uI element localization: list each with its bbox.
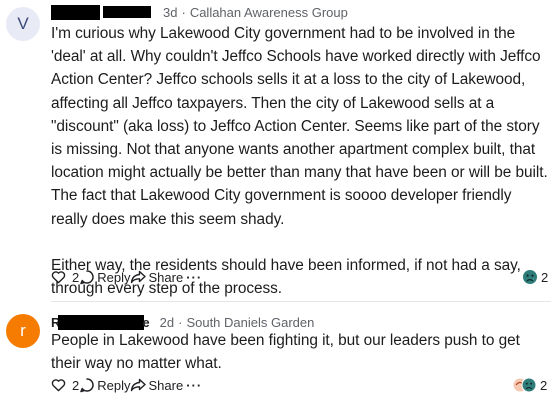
reaction-count: 2 [541, 269, 549, 285]
comment-actions: 2 Reply Share ··· [51, 268, 202, 286]
like-count: 2 [72, 269, 80, 285]
reply-label: Reply [97, 377, 131, 393]
heart-icon [51, 271, 66, 284]
comment-timestamp: 2d [159, 314, 175, 330]
reaction-summary[interactable]: 2 [512, 376, 547, 394]
reply-label: Reply [97, 269, 131, 285]
speech-bubble-icon [80, 378, 94, 393]
divider [51, 301, 551, 302]
neighborhood-group[interactable]: South Daniels Garden [186, 315, 314, 330]
like-count: 2 [72, 377, 80, 393]
comment-timestamp: 3d [163, 4, 178, 20]
avatar[interactable]: V [6, 7, 40, 41]
comment-body: I'm curious why Lakewood City government… [51, 22, 549, 300]
comment-meta: R e 2d · South Daniels Garden [51, 314, 314, 330]
avatar[interactable]: r [6, 314, 40, 348]
comment-body: People in Lakewood have been fighting it… [51, 329, 549, 375]
author-name-visible-suffix: e [142, 314, 150, 330]
comment: V 3d · Callahan Awareness Group I'm curi… [0, 0, 554, 300]
comment: r R e 2d · South Daniels Garden People i… [0, 306, 554, 400]
share-arrow-icon [131, 378, 147, 392]
more-options-button[interactable]: ··· [186, 270, 202, 285]
share-label: Share [148, 269, 184, 285]
comment-meta: 3d · Callahan Awareness Group [51, 4, 348, 20]
share-label: Share [148, 377, 184, 393]
meta-separator: · [181, 4, 186, 20]
reaction-summary[interactable]: 2 [522, 268, 548, 286]
share-button[interactable]: Share [130, 269, 183, 285]
like-button[interactable]: 2 [51, 270, 79, 285]
redacted-author-name [58, 314, 145, 330]
share-button[interactable]: Share [130, 377, 183, 393]
like-button[interactable]: 2 [51, 378, 79, 393]
comment-actions: 2 Reply Share ··· [51, 376, 202, 394]
more-options-button[interactable]: ··· [186, 378, 202, 393]
share-arrow-icon [131, 270, 147, 284]
comment-paragraph: People in Lakewood have been fighting it… [51, 332, 520, 373]
reply-button[interactable]: Reply [79, 377, 130, 393]
heart-icon [51, 379, 66, 392]
redacted-author-name-2 [103, 6, 151, 18]
comment-paragraph: I'm curious why Lakewood City government… [51, 25, 548, 228]
speech-bubble-icon [80, 270, 94, 285]
mixed-reactions-icon [512, 377, 537, 393]
sad-face-reaction-icon [523, 270, 537, 284]
neighborhood-group[interactable]: Callahan Awareness Group [190, 5, 348, 20]
meta-separator: · [178, 314, 183, 330]
reply-button[interactable]: Reply [79, 269, 130, 285]
reaction-count: 2 [540, 377, 548, 393]
redacted-author-name [51, 4, 100, 20]
